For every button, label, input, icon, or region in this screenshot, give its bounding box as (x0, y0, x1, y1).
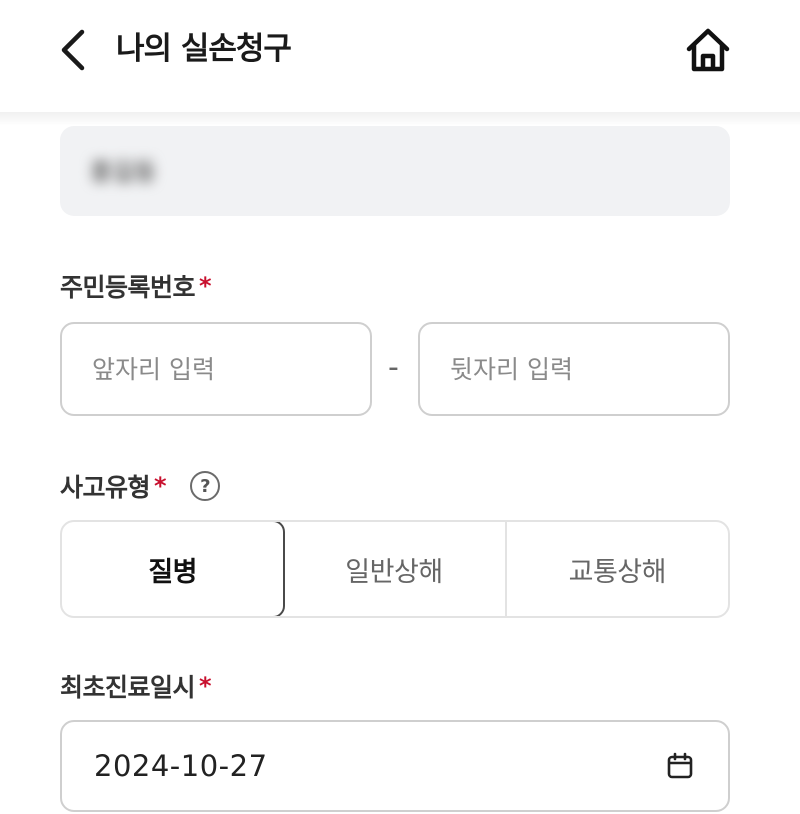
resident-number-front-field[interactable] (60, 322, 372, 416)
accident-type-option-general-injury[interactable]: 일반상해 (283, 522, 507, 616)
home-icon (686, 28, 730, 72)
accident-type-selector: 질병 일반상해 교통상해 (60, 520, 730, 618)
accident-type-label-text: 사고유형 (60, 473, 151, 502)
required-mark: * (199, 272, 212, 300)
accident-type-option-traffic-injury[interactable]: 교통상해 (507, 522, 728, 616)
first-treatment-date-field[interactable]: 2024-10-27 (60, 720, 730, 812)
first-treatment-date-value: 2024-10-27 (94, 749, 268, 783)
first-treatment-date-label-text: 최초진료일시 (60, 673, 196, 702)
claim-form-page: 나의 실손청구 홍길동 주민등록번호 * - 사고유형 * ? 질병 일반상해 … (0, 0, 800, 814)
required-mark: * (199, 672, 212, 700)
header-shadow (0, 112, 800, 126)
resident-number-label-text: 주민등록번호 (60, 273, 196, 302)
question-circle-icon[interactable]: ? (190, 471, 221, 501)
accident-type-option-disease[interactable]: 질병 (62, 522, 286, 616)
home-button[interactable] (678, 20, 738, 80)
resident-number-separator: - (388, 350, 399, 385)
name-field: 홍길동 (60, 126, 730, 216)
calendar-button[interactable] (662, 748, 698, 784)
name-value-blurred: 홍길동 (90, 158, 157, 186)
chevron-left-icon (61, 29, 85, 71)
page-title: 나의 실손청구 (116, 31, 292, 67)
resident-number-back-input[interactable] (450, 354, 728, 384)
resident-number-back-field[interactable] (418, 322, 730, 416)
back-button[interactable] (48, 22, 98, 78)
resident-number-label: 주민등록번호 * (60, 268, 212, 304)
calendar-icon (667, 752, 693, 779)
first-treatment-date-label: 최초진료일시 * (60, 668, 212, 704)
resident-number-front-input[interactable] (92, 354, 370, 384)
app-header: 나의 실손청구 (0, 0, 800, 118)
required-mark: * (154, 472, 167, 500)
accident-type-label: 사고유형 * ? (60, 468, 221, 504)
